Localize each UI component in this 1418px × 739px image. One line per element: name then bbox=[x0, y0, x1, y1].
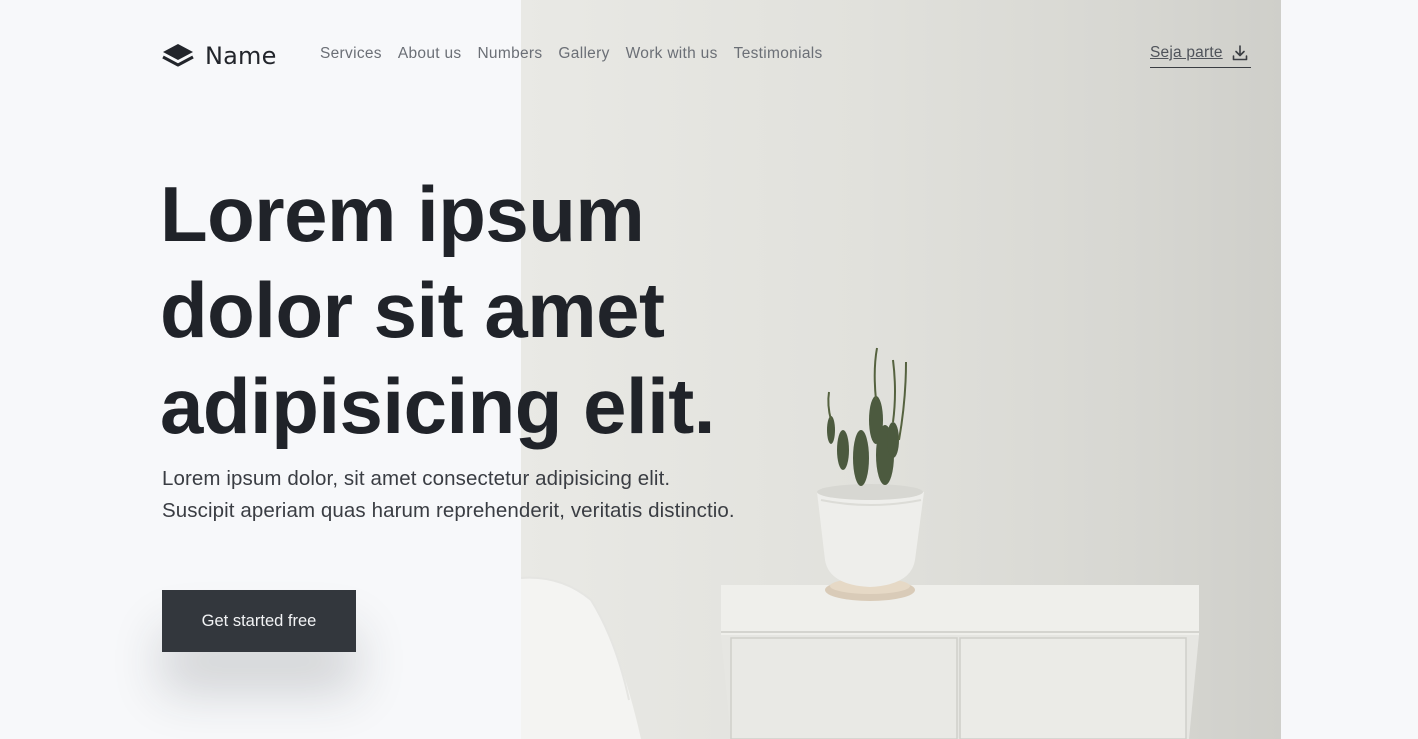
main-nav: Services About us Numbers Gallery Work w… bbox=[320, 45, 823, 63]
nav-item-testimonials[interactable]: Testimonials bbox=[734, 45, 823, 63]
chair-shape bbox=[521, 577, 641, 739]
headline-line: adipisicing elit. bbox=[160, 362, 715, 450]
cabinet-door-left bbox=[730, 637, 958, 739]
subtitle-line: Lorem ipsum dolor, sit amet consectetur … bbox=[162, 467, 671, 490]
download-icon bbox=[1232, 45, 1247, 61]
cabinet-top bbox=[721, 585, 1199, 635]
cactus-plant bbox=[827, 396, 899, 486]
nav-item-numbers[interactable]: Numbers bbox=[477, 45, 542, 63]
headline-line: dolor sit amet bbox=[160, 266, 665, 354]
nav-item-work-with-us[interactable]: Work with us bbox=[626, 45, 718, 63]
cabinet-door-right bbox=[959, 637, 1187, 739]
seja-parte-label: Seja parte bbox=[1150, 44, 1223, 61]
hero-subtitle: Lorem ipsum dolor, sit amet consectetur … bbox=[162, 463, 822, 527]
brand-name: Name bbox=[205, 42, 277, 70]
nav-item-services[interactable]: Services bbox=[320, 45, 382, 63]
get-started-button[interactable]: Get started free bbox=[162, 590, 356, 652]
brand-logo[interactable]: Name bbox=[161, 41, 277, 71]
nav-item-gallery[interactable]: Gallery bbox=[558, 45, 609, 63]
subtitle-line: Suscipit aperiam quas harum reprehenderi… bbox=[162, 499, 735, 522]
headline-line: Lorem ipsum bbox=[160, 170, 645, 258]
seja-parte-link[interactable]: Seja parte bbox=[1150, 44, 1251, 68]
hero-headline: Lorem ipsum dolor sit amet adipisicing e… bbox=[160, 166, 810, 454]
nav-item-about-us[interactable]: About us bbox=[398, 45, 462, 63]
layers-icon bbox=[162, 44, 194, 67]
